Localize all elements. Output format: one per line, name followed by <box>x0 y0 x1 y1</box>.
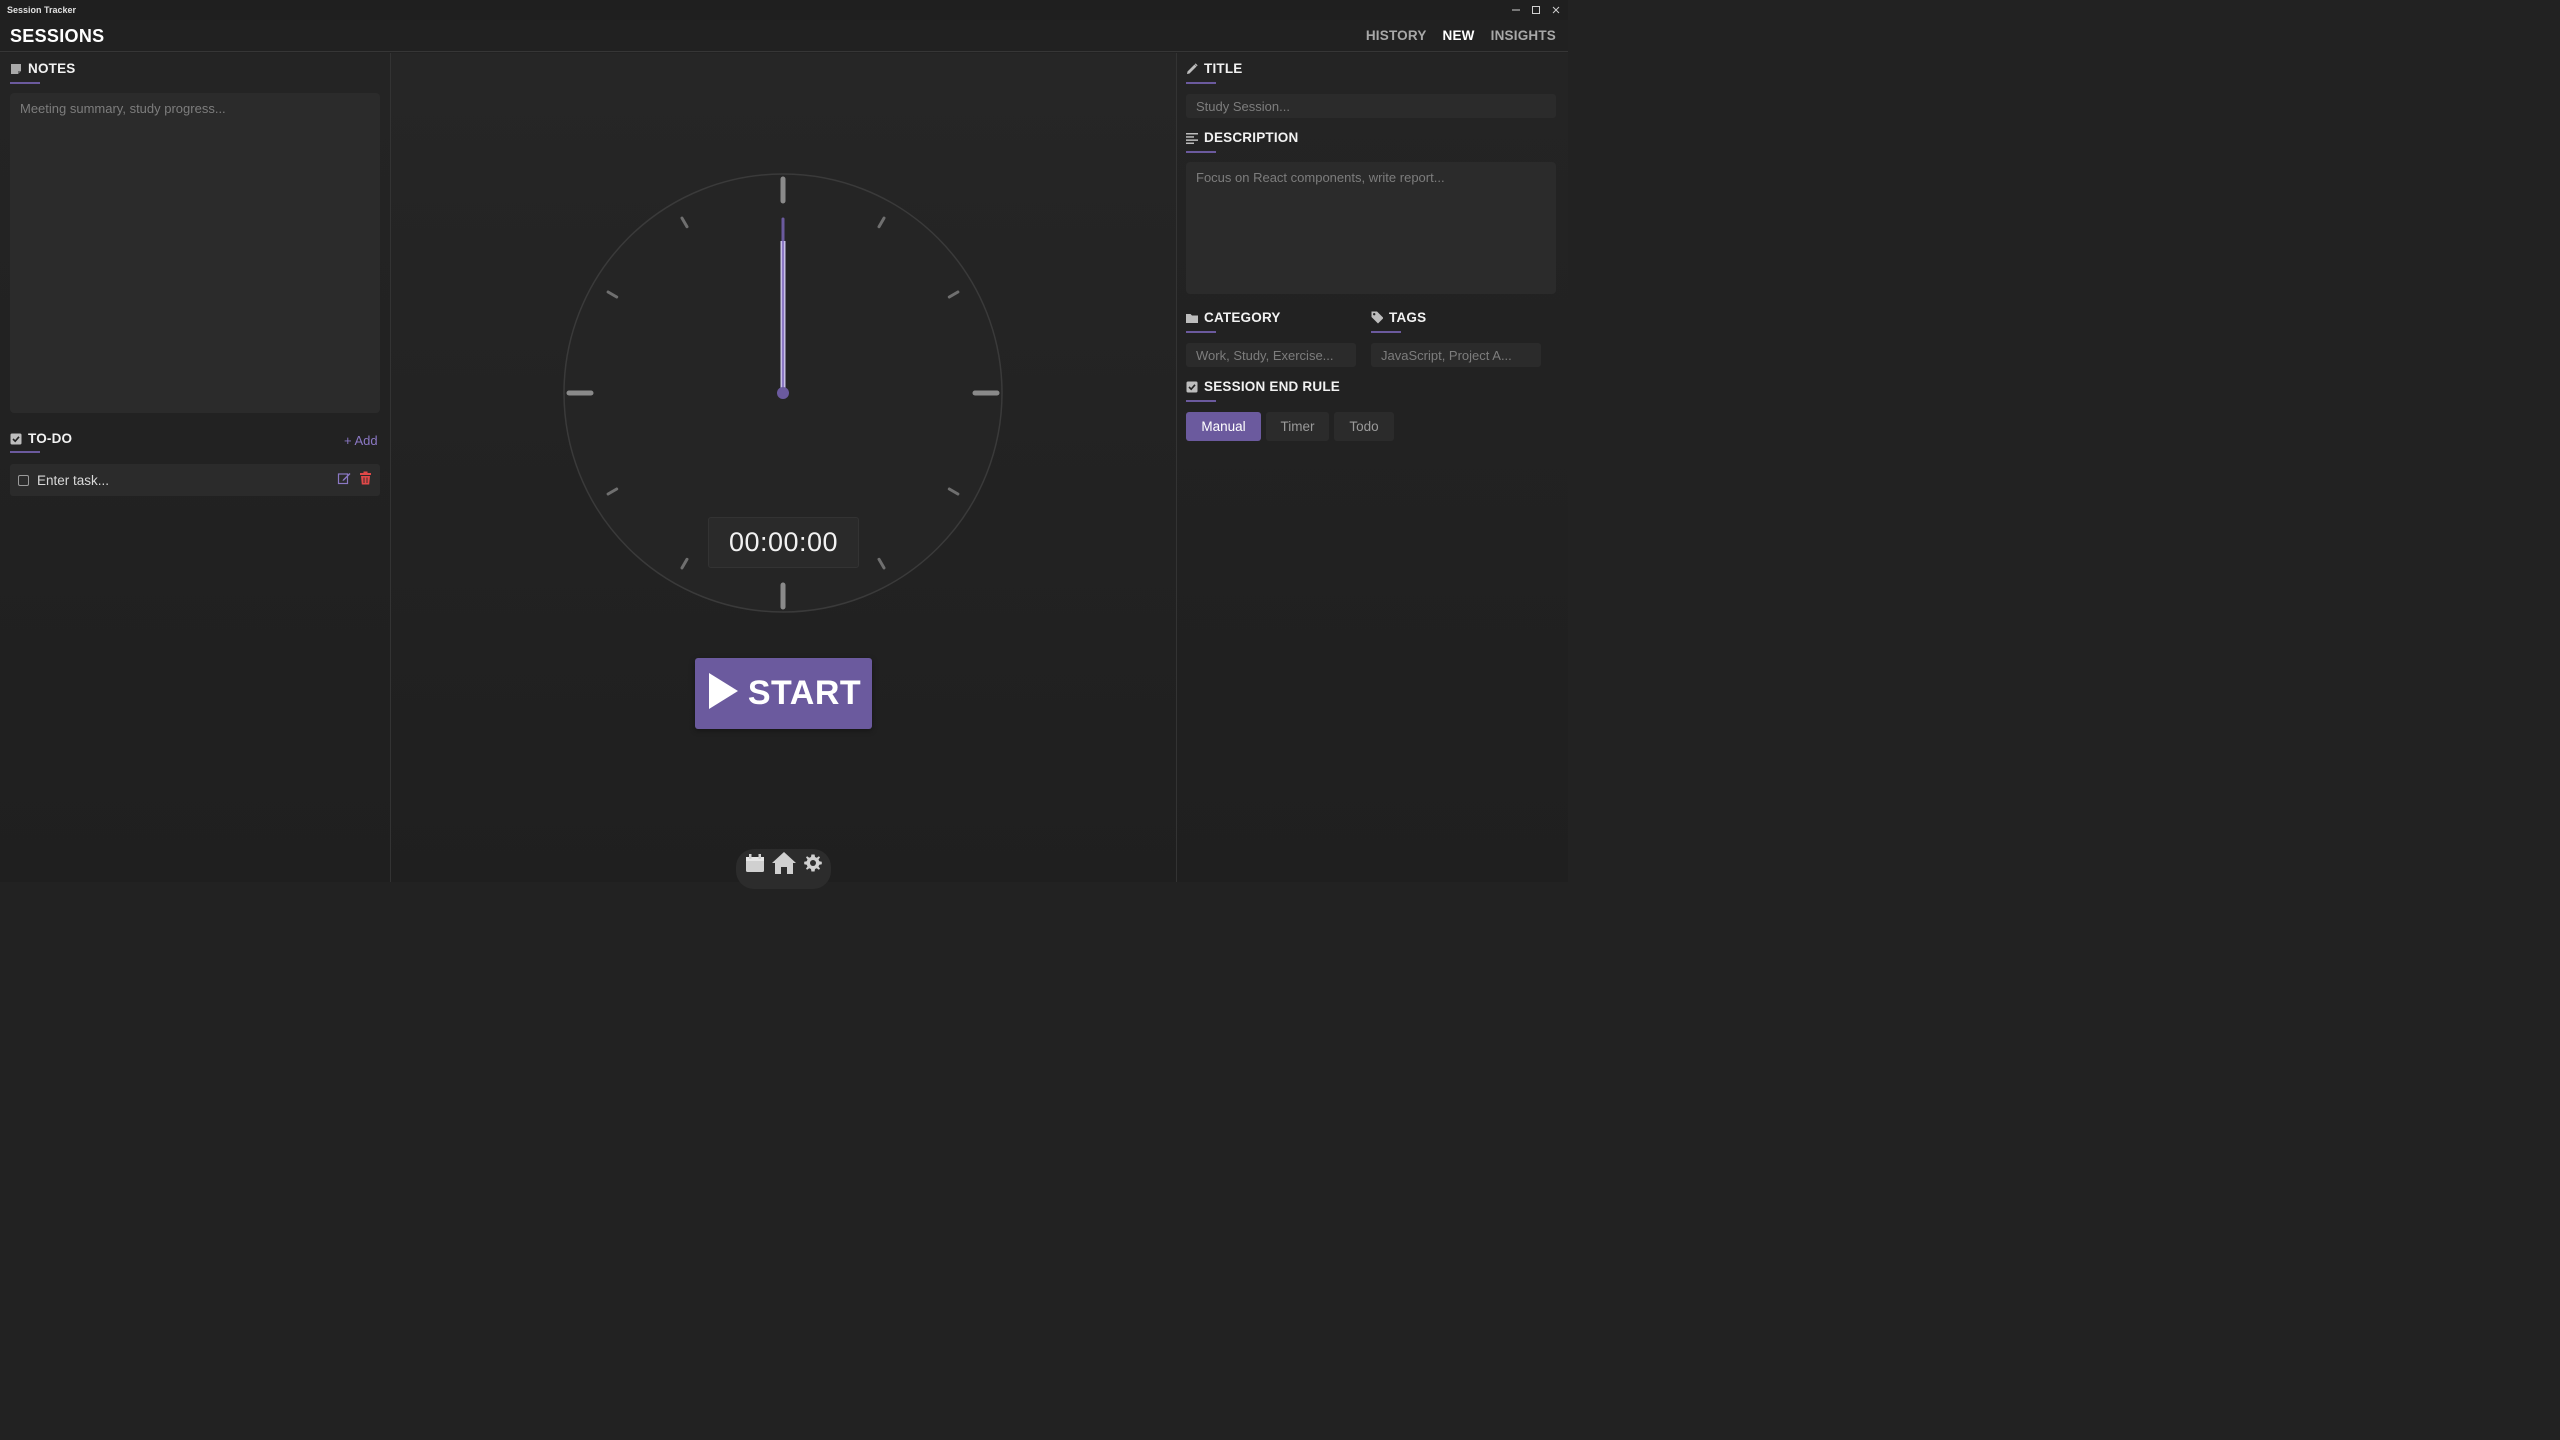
nav-insights[interactable]: INSIGHTS <box>1491 28 1556 43</box>
end-rule-timer[interactable]: Timer <box>1266 412 1329 441</box>
minimize-icon[interactable] <box>1510 4 1522 16</box>
close-icon[interactable] <box>1550 4 1562 16</box>
tags-placeholder: JavaScript, Project A... <box>1381 347 1512 363</box>
notes-heading: NOTES <box>28 61 76 76</box>
pencil-icon <box>1186 62 1198 75</box>
timer-display: 00:00:00 <box>708 517 859 568</box>
folder-icon <box>1186 312 1198 324</box>
todo-underline <box>10 451 40 453</box>
brand-title: SESSIONS <box>10 26 105 46</box>
gear-icon[interactable] <box>803 853 823 878</box>
title-heading: TITLE <box>1204 61 1243 76</box>
notes-textarea[interactable]: Meeting summary, study progress... <box>10 93 380 413</box>
add-todo-button[interactable]: + Add <box>344 433 378 448</box>
end-rule-todo[interactable]: Todo <box>1334 412 1394 441</box>
window-titlebar: Session Tracker <box>0 0 1568 20</box>
top-nav: HISTORY NEW INSIGHTS <box>1366 28 1556 43</box>
play-icon <box>706 671 740 716</box>
start-label: START <box>747 674 862 712</box>
tags-heading: TAGS <box>1389 310 1427 325</box>
description-placeholder: Focus on React components, write report.… <box>1196 170 1445 185</box>
todo-header: TO-DO <box>10 431 72 446</box>
tags-underline <box>1371 331 1401 333</box>
note-icon <box>10 63 22 75</box>
nav-new[interactable]: NEW <box>1443 28 1475 43</box>
todo-actions <box>337 471 372 490</box>
bottom-dock <box>736 849 831 889</box>
title-header: TITLE <box>1186 61 1243 76</box>
nav-history[interactable]: HISTORY <box>1366 28 1427 43</box>
align-left-icon <box>1186 132 1198 144</box>
end-rule-header: SESSION END RULE <box>1186 379 1340 394</box>
edit-icon[interactable] <box>337 471 351 490</box>
tag-icon <box>1371 311 1383 324</box>
todo-checkbox[interactable] <box>18 474 29 486</box>
category-placeholder: Work, Study, Exercise... <box>1196 347 1334 363</box>
tags-input[interactable]: JavaScript, Project A... <box>1371 343 1541 367</box>
end-rule-heading: SESSION END RULE <box>1204 379 1340 394</box>
window-title: Session Tracker <box>7 5 77 15</box>
title-placeholder: Study Session... <box>1196 98 1290 114</box>
description-header: DESCRIPTION <box>1186 130 1298 145</box>
window-controls <box>1510 0 1562 20</box>
category-input[interactable]: Work, Study, Exercise... <box>1186 343 1356 367</box>
trash-icon[interactable] <box>359 471 372 490</box>
description-textarea[interactable]: Focus on React components, write report.… <box>1186 162 1556 294</box>
todo-text-input[interactable]: Enter task... <box>37 473 337 488</box>
title-input[interactable]: Study Session... <box>1186 94 1556 118</box>
todo-item: Enter task... <box>10 464 380 496</box>
notes-placeholder: Meeting summary, study progress... <box>20 101 226 116</box>
tags-header: TAGS <box>1371 310 1426 325</box>
category-header: CATEGORY <box>1186 310 1281 325</box>
app-header: SESSIONS HISTORY NEW INSIGHTS <box>0 20 1568 52</box>
end-rule-manual[interactable]: Manual <box>1186 412 1261 441</box>
notes-header: NOTES <box>10 61 76 76</box>
end-rule-underline <box>1186 400 1216 402</box>
notes-underline <box>10 82 40 84</box>
checkbox-icon <box>10 433 22 445</box>
calendar-icon[interactable] <box>745 853 765 878</box>
description-underline <box>1186 151 1216 153</box>
start-button[interactable]: START <box>695 658 872 729</box>
home-icon[interactable] <box>771 851 797 880</box>
checkbox-icon <box>1186 381 1198 393</box>
category-underline <box>1186 331 1216 333</box>
title-underline <box>1186 82 1216 84</box>
description-heading: DESCRIPTION <box>1204 130 1299 145</box>
maximize-icon[interactable] <box>1530 4 1542 16</box>
todo-heading: TO-DO <box>28 431 73 446</box>
clock-center <box>777 387 789 399</box>
category-heading: CATEGORY <box>1204 310 1281 325</box>
